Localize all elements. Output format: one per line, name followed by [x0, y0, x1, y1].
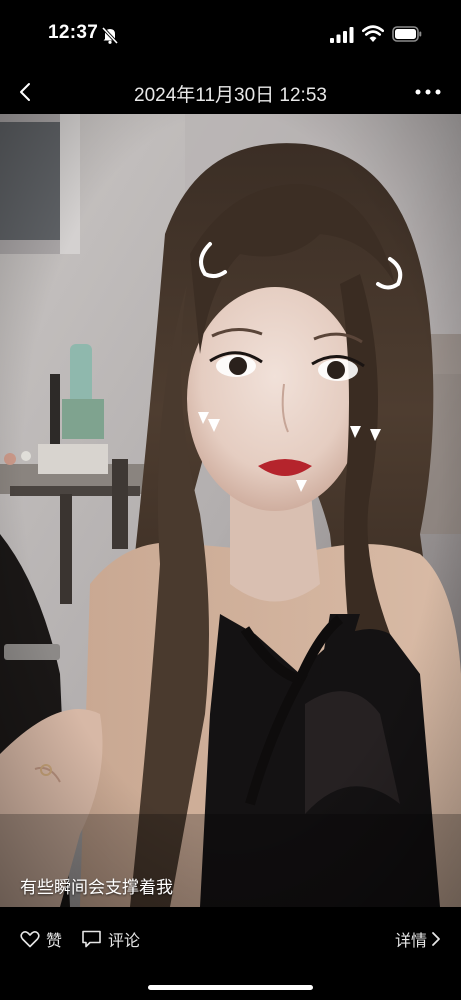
comment-label: 评论: [108, 933, 141, 950]
status-bar: 12:37: [0, 0, 461, 70]
heart-icon: [20, 931, 40, 948]
post-photo[interactable]: [0, 114, 461, 907]
battery-icon: [392, 26, 422, 42]
chevron-right-icon: [432, 932, 440, 946]
details-button[interactable]: 详情: [395, 927, 441, 951]
comment-button[interactable]: 评论: [81, 927, 140, 951]
home-indicator[interactable]: [148, 985, 313, 990]
nav-bar: 2024年11月30日 12:53: [0, 70, 461, 114]
like-button[interactable]: 赞: [20, 927, 62, 951]
post-caption: 有些瞬间会支撑着我: [20, 878, 173, 897]
status-time: 12:37: [48, 22, 99, 43]
like-label: 赞: [46, 933, 63, 950]
comment-icon: [82, 930, 101, 948]
wifi-icon: [362, 25, 384, 42]
bell-off-icon: [101, 26, 119, 44]
page-title: 2024年11月30日 12:53: [134, 85, 327, 106]
action-bar: 赞 评论 详情: [0, 907, 461, 971]
more-icon[interactable]: [414, 84, 442, 100]
details-label: 详情: [394, 933, 427, 950]
cellular-signal-icon: [330, 27, 354, 43]
